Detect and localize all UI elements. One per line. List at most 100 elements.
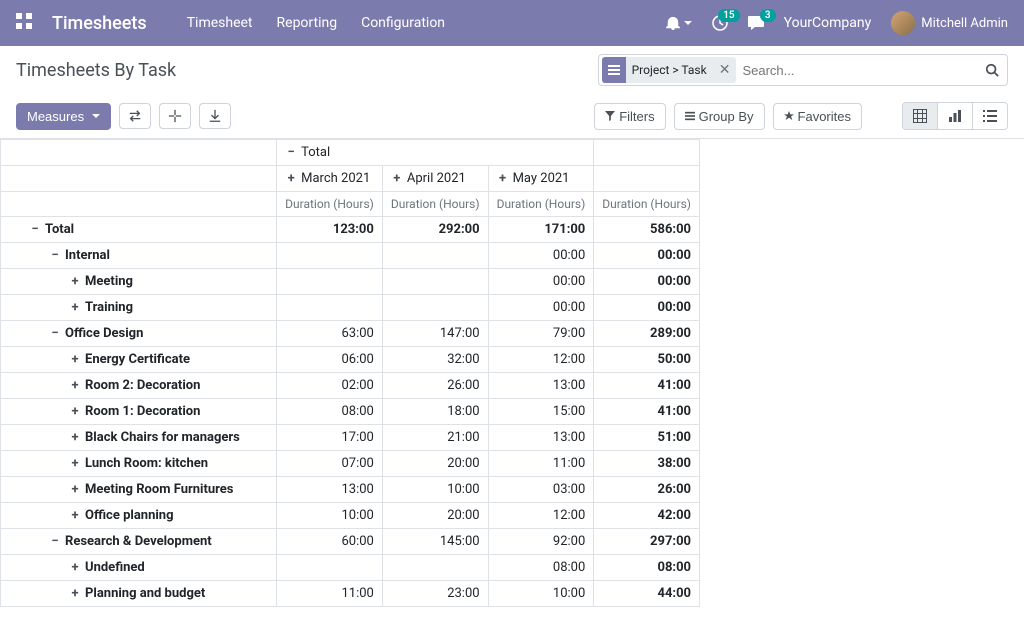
user-menu[interactable]: Mitchell Admin <box>891 11 1008 35</box>
col-month-2[interactable]: +May 2021 <box>488 166 594 192</box>
pivot-cell[interactable] <box>382 555 488 581</box>
pivot-cell[interactable]: 08:00 <box>594 555 700 581</box>
pivot-cell[interactable]: 32:00 <box>382 347 488 373</box>
messages-icon[interactable]: 3 <box>748 15 764 31</box>
pivot-cell[interactable] <box>382 243 488 269</box>
pivot-cell[interactable]: 123:00 <box>277 217 383 243</box>
search-input[interactable] <box>742 55 985 85</box>
pivot-cell[interactable]: 51:00 <box>594 425 700 451</box>
download-button[interactable] <box>199 103 231 129</box>
col-month-0[interactable]: +March 2021 <box>277 166 383 192</box>
favorites-button[interactable]: Favorites <box>773 103 862 130</box>
pivot-cell[interactable]: 586:00 <box>594 217 700 243</box>
pivot-cell[interactable]: 63:00 <box>277 321 383 347</box>
plus-icon[interactable]: + <box>391 171 403 186</box>
pivot-row-header[interactable]: −Internal <box>1 243 277 269</box>
pivot-cell[interactable]: 20:00 <box>382 503 488 529</box>
pivot-cell[interactable]: 08:00 <box>488 555 594 581</box>
pivot-row-header[interactable]: +Undefined <box>1 555 277 581</box>
pivot-cell[interactable]: 23:00 <box>382 581 488 607</box>
pivot-cell[interactable]: 03:00 <box>488 477 594 503</box>
plus-icon[interactable]: + <box>285 171 297 186</box>
pivot-cell[interactable]: 38:00 <box>594 451 700 477</box>
pivot-row-header[interactable]: +Room 1: Decoration <box>1 399 277 425</box>
plus-icon[interactable]: + <box>69 352 81 367</box>
view-graph[interactable] <box>938 103 973 129</box>
pivot-cell[interactable]: 26:00 <box>594 477 700 503</box>
measure-header[interactable]: Duration (Hours) <box>594 192 700 217</box>
col-total-header[interactable]: −Total <box>277 140 594 166</box>
pivot-cell[interactable]: 171:00 <box>488 217 594 243</box>
nav-reporting[interactable]: Reporting <box>277 15 338 31</box>
pivot-row-header[interactable]: +Lunch Room: kitchen <box>1 451 277 477</box>
measure-header[interactable]: Duration (Hours) <box>488 192 594 217</box>
pivot-row-header[interactable]: +Meeting Room Furnitures <box>1 477 277 503</box>
pivot-cell[interactable]: 60:00 <box>277 529 383 555</box>
plus-icon[interactable]: + <box>69 300 81 315</box>
pivot-cell[interactable]: 18:00 <box>382 399 488 425</box>
plus-icon[interactable]: + <box>69 456 81 471</box>
pivot-row-header[interactable]: −Research & Development <box>1 529 277 555</box>
pivot-cell[interactable]: 50:00 <box>594 347 700 373</box>
minus-icon[interactable]: − <box>49 534 61 549</box>
pivot-cell[interactable]: 06:00 <box>277 347 383 373</box>
pivot-cell[interactable]: 292:00 <box>382 217 488 243</box>
pivot-cell[interactable]: 02:00 <box>277 373 383 399</box>
pivot-row-header[interactable]: +Office planning <box>1 503 277 529</box>
plus-icon[interactable]: + <box>69 404 81 419</box>
pivot-cell[interactable]: 07:00 <box>277 451 383 477</box>
pivot-cell[interactable]: 79:00 <box>488 321 594 347</box>
pivot-cell[interactable]: 12:00 <box>488 347 594 373</box>
plus-icon[interactable]: + <box>69 274 81 289</box>
pivot-cell[interactable]: 10:00 <box>277 503 383 529</box>
apps-icon[interactable] <box>16 13 36 33</box>
pivot-cell[interactable]: 13:00 <box>277 477 383 503</box>
pivot-cell[interactable]: 289:00 <box>594 321 700 347</box>
pivot-cell[interactable]: 42:00 <box>594 503 700 529</box>
groupby-button[interactable]: Group By <box>674 103 765 130</box>
view-list[interactable] <box>973 103 1007 129</box>
pivot-cell[interactable]: 10:00 <box>382 477 488 503</box>
pivot-cell[interactable]: 11:00 <box>277 581 383 607</box>
facet-remove[interactable]: ✕ <box>713 62 737 78</box>
pivot-row-header[interactable]: +Energy Certificate <box>1 347 277 373</box>
view-pivot[interactable] <box>903 103 938 129</box>
notifications-icon[interactable] <box>666 16 692 30</box>
pivot-cell[interactable]: 11:00 <box>488 451 594 477</box>
pivot-row-header[interactable]: −Total <box>1 217 277 243</box>
pivot-cell[interactable]: 297:00 <box>594 529 700 555</box>
filters-button[interactable]: Filters <box>594 103 665 130</box>
company-switcher[interactable]: YourCompany <box>784 15 872 31</box>
pivot-cell[interactable]: 26:00 <box>382 373 488 399</box>
pivot-cell[interactable] <box>277 269 383 295</box>
pivot-cell[interactable]: 145:00 <box>382 529 488 555</box>
minus-icon[interactable]: − <box>49 326 61 341</box>
pivot-cell[interactable]: 00:00 <box>594 243 700 269</box>
pivot-cell[interactable]: 17:00 <box>277 425 383 451</box>
pivot-cell[interactable] <box>277 243 383 269</box>
plus-icon[interactable]: + <box>69 378 81 393</box>
pivot-row-header[interactable]: +Planning and budget <box>1 581 277 607</box>
nav-configuration[interactable]: Configuration <box>361 15 445 31</box>
pivot-cell[interactable]: 00:00 <box>488 269 594 295</box>
minus-icon[interactable]: − <box>285 145 297 160</box>
nav-timesheet[interactable]: Timesheet <box>187 15 253 31</box>
pivot-cell[interactable]: 00:00 <box>488 295 594 321</box>
plus-icon[interactable]: + <box>69 560 81 575</box>
pivot-cell[interactable]: 92:00 <box>488 529 594 555</box>
pivot-cell[interactable]: 13:00 <box>488 373 594 399</box>
pivot-row-header[interactable]: +Training <box>1 295 277 321</box>
pivot-cell[interactable] <box>382 269 488 295</box>
pivot-row-header[interactable]: +Meeting <box>1 269 277 295</box>
pivot-cell[interactable]: 00:00 <box>488 243 594 269</box>
pivot-cell[interactable]: 41:00 <box>594 373 700 399</box>
minus-icon[interactable]: − <box>49 248 61 263</box>
pivot-cell[interactable]: 08:00 <box>277 399 383 425</box>
pivot-cell[interactable] <box>277 555 383 581</box>
pivot-cell[interactable] <box>382 295 488 321</box>
col-month-1[interactable]: +April 2021 <box>382 166 488 192</box>
activity-icon[interactable]: 15 <box>712 15 728 31</box>
pivot-cell[interactable]: 15:00 <box>488 399 594 425</box>
pivot-cell[interactable]: 44:00 <box>594 581 700 607</box>
pivot-cell[interactable] <box>277 295 383 321</box>
